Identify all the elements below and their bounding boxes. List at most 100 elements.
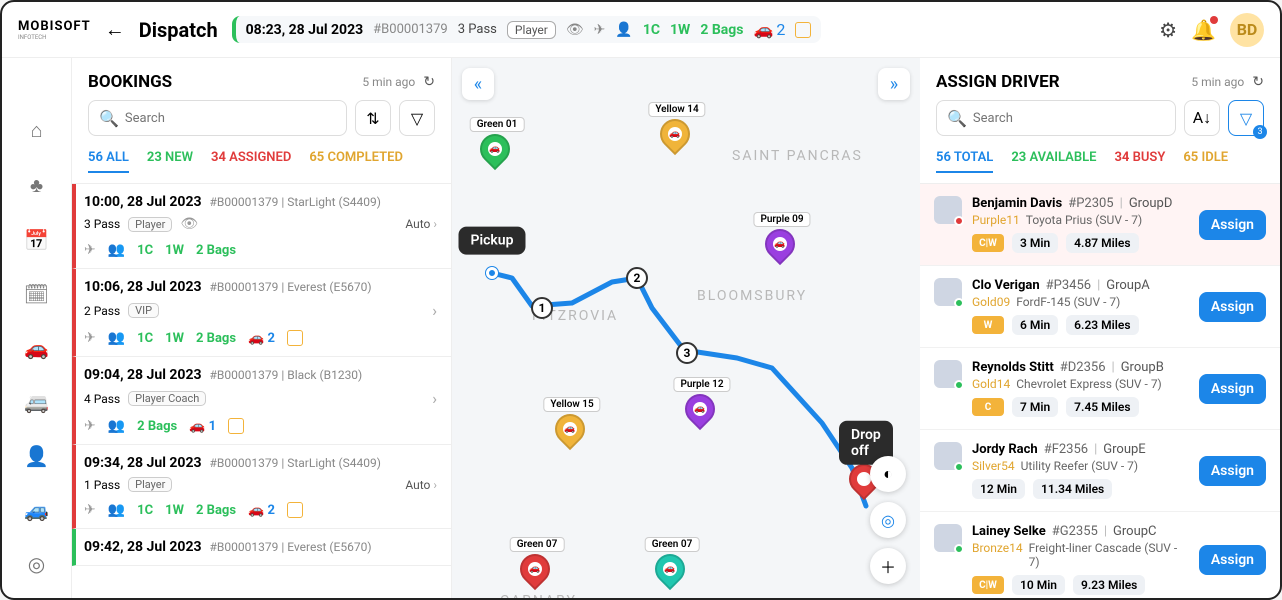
booking-item[interactable]: 10:06, 28 Jul 2023#B00001379 | Everest (… [72, 269, 451, 357]
doc-icon[interactable] [228, 418, 244, 434]
map-pin[interactable]: Green 07🚗 [520, 554, 554, 598]
drivers-search[interactable]: 🔍 [936, 100, 1176, 136]
assign-button[interactable]: Assign [1199, 456, 1266, 486]
nav-home-icon[interactable]: ⌂ [30, 118, 42, 143]
assign-button[interactable]: Assign [1199, 210, 1266, 240]
tab-all[interactable]: 56 ALL [88, 150, 129, 173]
driver-item[interactable]: Clo Verigan#P3456|GroupAGold09FordF-145 … [920, 266, 1280, 348]
booking-item[interactable]: 10:00, 28 Jul 2023#B00001379 | StarLight… [72, 184, 451, 269]
person-icon: 👤 [615, 22, 632, 38]
booking-time: 10:06, 28 Jul 2023 [84, 279, 202, 295]
driver-badge: C [972, 398, 1004, 416]
map-pin[interactable]: Green 01🚗 [480, 134, 514, 178]
driver-id: #P3456 [1046, 278, 1091, 293]
nav-calendar-icon[interactable]: 📅 [24, 228, 49, 252]
refresh-icon[interactable]: ↻ [1252, 74, 1264, 90]
pin-label: Purple 12 [673, 377, 730, 392]
nav-fleet-icon[interactable]: 🚐 [24, 390, 49, 414]
nav-dispatch-icon[interactable]: 🚗 [24, 336, 49, 360]
filter-button[interactable]: ▽3 [1228, 100, 1264, 136]
status-tag: Player [507, 21, 556, 39]
driver-group: GroupD [1129, 196, 1173, 211]
stat-c: 1C [137, 331, 153, 346]
search-icon: 🔍 [947, 109, 967, 128]
driver-group: GroupC [1113, 524, 1156, 539]
pickup-point[interactable] [486, 267, 498, 279]
driver-item[interactable]: Reynolds Stitt#D2356|GroupBGold14Chevrol… [920, 348, 1280, 430]
doc-icon[interactable] [287, 502, 303, 518]
car-icon: 🚗 [773, 237, 787, 251]
nav-user-icon[interactable]: 👤 [24, 444, 49, 468]
avatar[interactable]: BD [1230, 13, 1264, 47]
sort-button[interactable]: ⇅ [355, 100, 391, 136]
nav-org-icon[interactable]: ♣ [30, 173, 43, 198]
booking-tag: Player [128, 217, 172, 232]
map-pin[interactable]: Green 07🚗 [655, 554, 689, 598]
nav-schedule-icon[interactable]: 🗓 [24, 282, 49, 306]
booking-item[interactable]: 09:04, 28 Jul 2023#B00001379 | Black (B1… [72, 357, 451, 445]
doc-icon[interactable] [795, 22, 811, 38]
page-title: Dispatch [139, 18, 218, 42]
tab-new[interactable]: 23 NEW [147, 150, 193, 173]
bell-icon[interactable]: 🔔 [1191, 18, 1216, 42]
settings-icon[interactable]: ⚙ [1159, 18, 1177, 42]
nav-wheel-icon[interactable]: ◎ [28, 552, 45, 576]
eye-icon[interactable]: 👁 [566, 22, 584, 38]
logo[interactable]: MOBISOFT INFOTECH [18, 19, 91, 41]
car-icon: 🚗 [528, 562, 542, 576]
drivers-tabs: 56 TOTAL 23 AVAILABLE 34 BUSY 65 IDLE [920, 146, 1280, 184]
pickup-label: Pickup [459, 227, 526, 255]
plane-icon: ✈ [84, 418, 96, 434]
tab-completed[interactable]: 65 COMPLETED [309, 150, 403, 173]
bookings-search-input[interactable] [125, 111, 336, 126]
nav-eco-icon[interactable]: 🚙 [24, 498, 49, 522]
sort-button[interactable]: A↓ [1184, 100, 1220, 136]
driver-item[interactable]: Benjamin Davis#P2305|GroupDPurple11Toyot… [920, 184, 1280, 266]
refresh-icon[interactable]: ↻ [423, 74, 435, 90]
bookings-list[interactable]: 10:00, 28 Jul 2023#B00001379 | StarLight… [72, 184, 451, 598]
back-button[interactable]: ← [105, 17, 125, 42]
driver-avatar [934, 524, 962, 552]
map-pin[interactable]: Purple 12🚗 [685, 394, 719, 438]
drivers-search-input[interactable] [973, 111, 1165, 126]
driver-eta: 12 Min [972, 479, 1025, 499]
tab-total[interactable]: 56 TOTAL [936, 150, 993, 173]
assign-button[interactable]: Assign [1199, 292, 1266, 322]
booking-item[interactable]: 09:42, 28 Jul 2023#B00001379 | Everest (… [72, 529, 451, 566]
map-pin[interactable]: Purple 09🚗 [765, 229, 799, 273]
tab-available[interactable]: 23 AVAILABLE [1011, 150, 1096, 173]
driver-item[interactable]: Lainey Selke#G2355|GroupCBronze14Freight… [920, 512, 1280, 598]
map-panel[interactable]: « » SAINT PANCRAS BLOOMSBURY FITZROVIA C… [452, 58, 920, 598]
stat-bags: 2 Bags [196, 243, 236, 258]
driver-name: Lainey Selke [972, 524, 1046, 539]
map-pin[interactable]: Yellow 15🚗 [555, 414, 589, 458]
eye-icon[interactable]: 👁 [180, 216, 198, 232]
locate-icon[interactable]: ◎ [870, 502, 906, 538]
driver-eta: 7 Min [1012, 397, 1058, 417]
theme-toggle[interactable]: ◐ [870, 456, 906, 492]
driver-avatar [934, 442, 962, 470]
waypoint[interactable]: 1 [531, 297, 553, 319]
bookings-search[interactable]: 🔍 [88, 100, 347, 136]
assign-button[interactable]: Assign [1199, 545, 1266, 575]
chevron-right-icon[interactable]: › [432, 301, 437, 320]
tab-assigned[interactable]: 34 ASSIGNED [211, 150, 291, 173]
booking-item[interactable]: 09:34, 28 Jul 2023#B00001379 | StarLight… [72, 445, 451, 529]
drivers-list[interactable]: Benjamin Davis#P2305|GroupDPurple11Toyot… [920, 184, 1280, 598]
waypoint[interactable]: 3 [676, 342, 698, 364]
zoom-in-icon[interactable]: ＋ [870, 548, 906, 584]
tab-busy[interactable]: 34 BUSY [1114, 150, 1165, 173]
booking-pass: 4 Pass [84, 392, 120, 406]
waypoint[interactable]: 2 [626, 267, 648, 289]
driver-name: Reynolds Stitt [972, 360, 1054, 375]
filter-button[interactable]: ▽ [399, 100, 435, 136]
booking-id: #B00001379 | Black (B1230) [210, 368, 363, 382]
doc-icon[interactable] [287, 330, 303, 346]
stat-bags: 2 Bags [196, 331, 236, 346]
tab-idle[interactable]: 65 IDLE [1183, 150, 1228, 173]
chevron-right-icon[interactable]: › [432, 389, 437, 408]
stat-cars: 🚗 2 [248, 503, 275, 518]
assign-button[interactable]: Assign [1199, 374, 1266, 404]
driver-item[interactable]: Jordy Rach#F2356|GroupESilver54Utility R… [920, 430, 1280, 512]
map-pin[interactable]: Yellow 14🚗 [660, 119, 694, 163]
